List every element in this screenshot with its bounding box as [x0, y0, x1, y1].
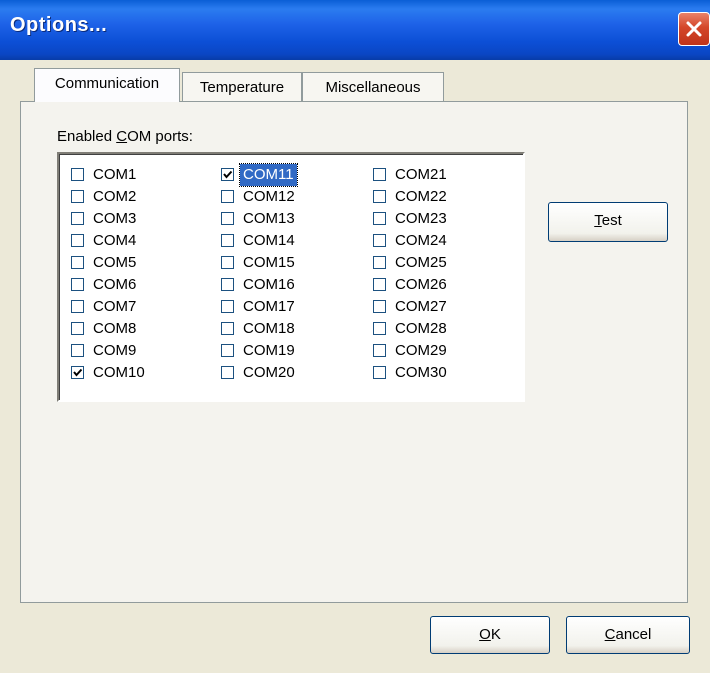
com-port-label: COM11 [239, 163, 298, 187]
close-button[interactable] [678, 12, 710, 46]
com-port-label: COM10 [93, 364, 145, 381]
com-port-label: COM8 [93, 320, 137, 337]
checkbox-unchecked[interactable] [221, 256, 234, 269]
com-port-label: COM7 [93, 298, 137, 315]
checkbox-unchecked[interactable] [373, 256, 386, 269]
test-button-rest: est [601, 212, 622, 229]
checkbox-unchecked[interactable] [373, 212, 386, 225]
communication-tab-panel: Enabled COM ports: COM1 COM2 COM3 COM4 COM5 C… [20, 101, 688, 603]
checkbox-unchecked[interactable] [373, 366, 386, 379]
tab-communication-label: Communication [54, 75, 160, 92]
com-port-label: COM9 [93, 342, 137, 359]
com-port-label: COM3 [93, 210, 137, 227]
com-port-label: COM27 [395, 298, 447, 315]
checkbox-checked[interactable] [221, 168, 234, 181]
checkbox-unchecked[interactable] [71, 278, 84, 291]
com-port-label: COM1 [93, 166, 137, 183]
test-button[interactable]: Test [548, 202, 668, 242]
com-port-label: COM18 [243, 320, 295, 337]
ok-button[interactable]: OK [430, 616, 550, 654]
com-port-label: COM22 [395, 188, 447, 205]
com-port-label: COM25 [395, 254, 447, 271]
com-port-label: COM13 [243, 210, 295, 227]
checkbox-unchecked[interactable] [373, 234, 386, 247]
ports-label-accel: C [116, 128, 128, 145]
test-button-accel: T [594, 212, 602, 229]
checkbox-unchecked[interactable] [71, 256, 84, 269]
options-dialog: Options... Communication Temperature Mis… [0, 0, 710, 673]
com-port-label: COM17 [243, 298, 295, 315]
ports-label-rest: OM ports: [127, 128, 193, 145]
ports-label-prefix: Enabled [57, 128, 117, 145]
checkbox-checked[interactable] [71, 366, 84, 379]
com-port-label: COM14 [243, 232, 295, 249]
com-port-label: COM19 [243, 342, 295, 359]
tab-temperature[interactable]: Temperature [182, 72, 302, 102]
tab-miscellaneous[interactable]: Miscellaneous [302, 72, 444, 102]
com-port-label: COM15 [243, 254, 295, 271]
com-port-label: COM28 [395, 320, 447, 337]
com-port-label: COM4 [93, 232, 137, 249]
checkbox-unchecked[interactable] [71, 212, 84, 225]
checkbox-unchecked[interactable] [373, 168, 386, 181]
com-port-label: COM21 [395, 166, 447, 183]
checkbox-unchecked[interactable] [373, 322, 386, 335]
checkbox-unchecked[interactable] [221, 344, 234, 357]
title-bar[interactable]: Options... [0, 0, 710, 60]
cancel-button-rest: ancel [615, 626, 652, 643]
checkbox-unchecked[interactable] [71, 344, 84, 357]
com-port-label: COM2 [93, 188, 137, 205]
checkbox-unchecked[interactable] [71, 234, 84, 247]
com-port-label: COM12 [243, 188, 295, 205]
cancel-button[interactable]: Cancel [566, 616, 690, 654]
com-port-label: COM6 [93, 276, 137, 293]
com-port-label: COM23 [395, 210, 447, 227]
enabled-com-ports-label: Enabled COM ports: [57, 128, 193, 145]
checkbox-unchecked[interactable] [71, 322, 84, 335]
ok-button-accel: O [479, 626, 491, 643]
checkbox-unchecked[interactable] [221, 278, 234, 291]
com-port-label: COM5 [93, 254, 137, 271]
com-port-label: COM16 [243, 276, 295, 293]
checkbox-unchecked[interactable] [373, 190, 386, 203]
window-title: Options... [10, 14, 108, 36]
com-port-label: COM29 [395, 342, 447, 359]
checkbox-unchecked[interactable] [221, 190, 234, 203]
checkbox-unchecked[interactable] [221, 234, 234, 247]
cancel-button-accel: C [604, 626, 616, 643]
checkbox-unchecked[interactable] [71, 300, 84, 313]
dialog-body: Communication Temperature Miscellaneous … [0, 60, 710, 673]
com-port-label: COM30 [395, 364, 447, 381]
checkmark-icon [223, 170, 233, 179]
tab-communication[interactable]: Communication [34, 68, 180, 102]
com-port-label: COM26 [395, 276, 447, 293]
checkbox-unchecked[interactable] [373, 344, 386, 357]
checkbox-unchecked[interactable] [373, 278, 386, 291]
com-port-label: COM20 [243, 364, 295, 381]
ok-button-rest: K [490, 626, 501, 643]
tab-temperature-label: Temperature [199, 79, 285, 96]
checkbox-unchecked[interactable] [373, 300, 386, 313]
tab-miscellaneous-label: Miscellaneous [325, 79, 421, 96]
checkbox-unchecked[interactable] [71, 190, 84, 203]
checkbox-unchecked[interactable] [221, 300, 234, 313]
checkmark-icon [73, 368, 83, 377]
com-port-label: COM24 [395, 232, 447, 249]
com-port-checklist[interactable]: COM1 COM2 COM3 COM4 COM5 COM6 COM7 COM8 COM9 COM1… [57, 152, 525, 402]
checkbox-unchecked[interactable] [221, 366, 234, 379]
close-icon [686, 21, 702, 37]
checkbox-unchecked[interactable] [71, 168, 84, 181]
checkbox-unchecked[interactable] [221, 322, 234, 335]
checkbox-unchecked[interactable] [221, 212, 234, 225]
